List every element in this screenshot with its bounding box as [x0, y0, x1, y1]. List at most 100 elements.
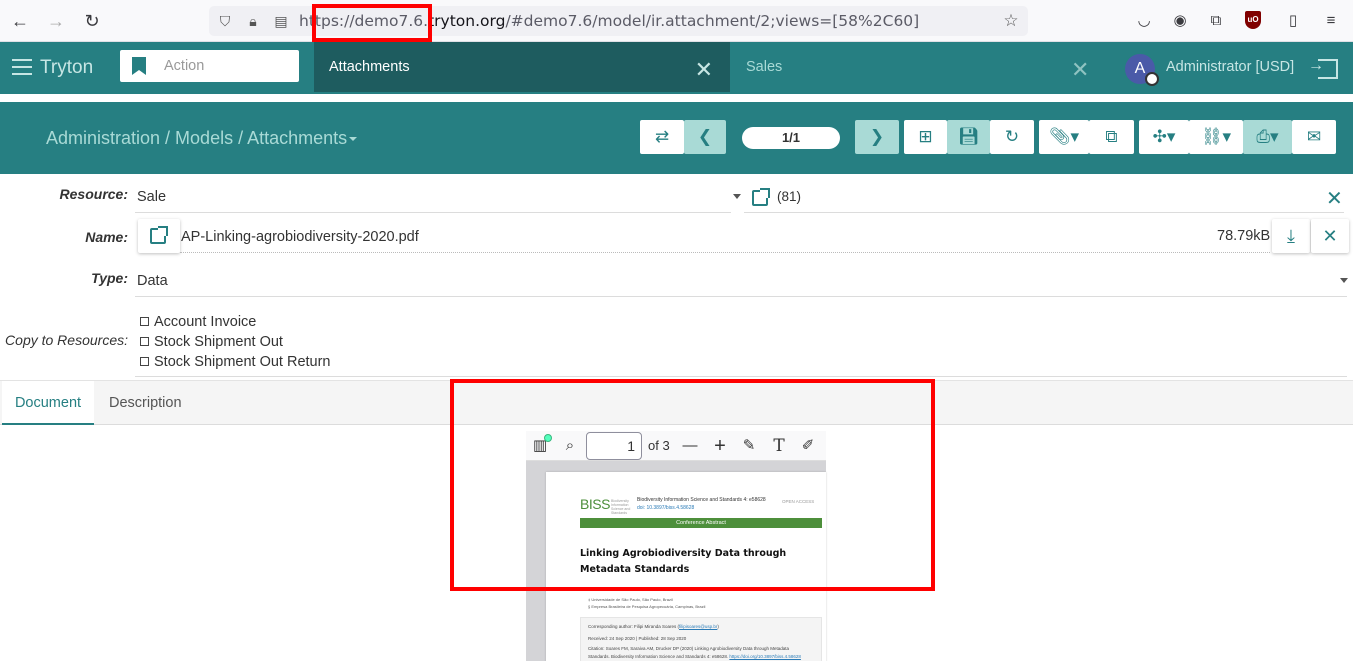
bookmark-icon[interactable]	[132, 57, 146, 75]
open-file-icon	[150, 226, 168, 244]
resource-underline	[135, 212, 731, 213]
clear-file-button[interactable]: ✕	[1311, 219, 1349, 253]
tab-sales[interactable]: Sales	[746, 59, 782, 75]
reload-icon[interactable]: ↻	[80, 9, 104, 33]
back-icon[interactable]: ←	[8, 9, 32, 33]
resource-ref-underline	[744, 212, 1344, 213]
form-toolbar: Administration / Models / Attachments ⇄ …	[0, 102, 1353, 174]
next-button[interactable]: ❯	[855, 120, 899, 154]
clear-resource-icon[interactable]: ✕	[1326, 186, 1343, 211]
type-select[interactable]: Data	[137, 273, 168, 289]
draw-icon[interactable]: ✐	[798, 436, 818, 456]
open-access-logo: OPEN ACCESS	[782, 499, 815, 504]
type-caret-icon[interactable]	[1340, 278, 1348, 283]
previous-button[interactable]: ❮	[684, 120, 726, 154]
app-header: Tryton Action Attachments ✕ Sales ✕ A Ad…	[0, 42, 1353, 94]
action-placeholder: Action	[164, 58, 205, 74]
highlight-icon[interactable]: ✎	[739, 436, 759, 456]
pdf-info-box: Corresponding author: Filipi Miranda Soa…	[580, 617, 822, 661]
checkbox-icon[interactable]	[140, 356, 149, 366]
print-button[interactable]: ⎙▾	[1243, 120, 1292, 154]
tab-document[interactable]: Document	[2, 381, 94, 425]
zoom-in-icon[interactable]: +	[710, 436, 730, 456]
copy-resources-label: Copy to Resources:	[5, 332, 128, 348]
bookmark-star-icon[interactable]: ☆	[1001, 11, 1021, 31]
reload-button[interactable]: ↻	[990, 120, 1034, 154]
tab-description[interactable]: Description	[109, 395, 182, 411]
ublock-icon[interactable]: uO	[1245, 11, 1261, 29]
tab-attachments-label: Attachments	[329, 59, 410, 75]
save-button[interactable]: 💾︎	[947, 120, 990, 154]
email-button[interactable]: ✉	[1292, 120, 1336, 154]
biss-logo-sub: Biodiversity Information Science and Sta…	[611, 499, 631, 515]
pdf-title: Linking Agrobiodiversity Data through Me…	[580, 548, 787, 575]
reader-icon[interactable]: ▤	[271, 11, 291, 31]
extensions-icon[interactable]: ⧉	[1205, 10, 1227, 32]
resource-select[interactable]: Sale	[137, 189, 166, 205]
forward-icon[interactable]: →	[44, 9, 68, 33]
pdf-journal: Biodiversity Information Science and Sta…	[637, 497, 766, 511]
hamburger-menu-icon[interactable]: ≡	[1320, 10, 1342, 32]
pdf-search-icon[interactable]: ⌕	[560, 436, 580, 456]
file-size: 78.79kB	[1217, 228, 1271, 244]
url-text: https://demo7.6.tryton.org/#demo7.6/mode…	[299, 12, 920, 30]
text-tool-icon[interactable]: T	[769, 436, 789, 456]
copy-item-account-invoice[interactable]: Account Invoice	[140, 314, 256, 330]
notebook-tabs: Document Description	[0, 380, 1353, 425]
close-tab-sales-icon[interactable]: ✕	[1071, 57, 1089, 83]
checkbox-icon[interactable]	[140, 316, 149, 326]
download-button[interactable]: ⤓	[1272, 219, 1310, 253]
biss-logo: BISS	[580, 496, 610, 512]
record-pager: 1/1	[742, 127, 840, 149]
pdf-page-count: of 3	[648, 438, 670, 453]
lock-icon[interactable]: 🔒︎	[243, 11, 263, 31]
copy-item-stock-shipment-out[interactable]: Stock Shipment Out	[140, 334, 283, 350]
breadcrumb-caret-icon	[349, 137, 358, 142]
pocket-icon[interactable]: ◡	[1133, 10, 1155, 32]
action-search[interactable]: Action	[120, 50, 299, 82]
pdf-citation: Citation: Soares FM, Saraiva AM, Drucker…	[588, 646, 790, 651]
name-label: Name:	[85, 229, 128, 245]
breadcrumb[interactable]: Administration / Models / Attachments	[46, 128, 358, 149]
pdf-corresponding: Corresponding author: Filipi Miranda Soa…	[588, 624, 719, 629]
copy-underline	[135, 376, 1347, 377]
pdf-received: Received: 24 Sep 2020 | Published: 28 Se…	[588, 636, 687, 641]
close-tab-attachments-icon[interactable]: ✕	[695, 57, 713, 83]
name-underline	[180, 252, 1270, 253]
action-button[interactable]: ✣▾	[1139, 120, 1189, 154]
type-underline	[135, 296, 1347, 297]
open-resource-icon[interactable]	[752, 188, 770, 206]
resource-caret-icon[interactable]	[733, 194, 741, 199]
type-label: Type:	[91, 270, 128, 286]
pdf-affiliations: ‡ Universidade de São Paulo, São Paulo, …	[588, 597, 706, 609]
notification-dot-icon	[544, 434, 552, 442]
file-name[interactable]: AP-Linking-agrobiodiversity-2020.pdf	[181, 229, 419, 245]
brand-title[interactable]: Tryton	[40, 57, 93, 79]
zoom-out-icon[interactable]: —	[680, 436, 700, 456]
tab-attachments[interactable]: Attachments ✕	[314, 42, 730, 92]
pdf-toolbar: ▥ ⌕ 1 of 3 — + ✎ T ✐	[526, 431, 826, 461]
open-file-button[interactable]	[138, 219, 180, 253]
shield-icon[interactable]: ⛉	[215, 11, 235, 31]
resource-label: Resource:	[59, 186, 128, 202]
copy-item-stock-shipment-out-return[interactable]: Stock Shipment Out Return	[140, 354, 331, 370]
switch-view-button[interactable]: ⇄	[640, 120, 684, 154]
menu-icon[interactable]	[12, 59, 32, 75]
browser-toolbar: ← → ↻ ⛉ 🔒︎ ▤ https://demo7.6.tryton.org/…	[0, 0, 1353, 42]
account-icon[interactable]: ◉	[1169, 10, 1191, 32]
logout-icon[interactable]	[1308, 57, 1338, 79]
page-icon[interactable]: ▯	[1282, 10, 1304, 32]
pdf-page-input[interactable]: 1	[586, 432, 642, 460]
new-record-button[interactable]: ⊞	[904, 120, 947, 154]
attachment-button[interactable]: 📎︎▾	[1039, 120, 1089, 154]
address-bar[interactable]: ⛉ 🔒︎ ▤ https://demo7.6.tryton.org/#demo7…	[209, 6, 1028, 36]
copy-button[interactable]: ⧉	[1089, 120, 1134, 154]
pdf-citation-2: Standards. Biodiversity Information Scie…	[588, 654, 801, 659]
checkbox-icon[interactable]	[140, 336, 149, 346]
resource-ref[interactable]: (81)	[777, 189, 801, 204]
avatar-badge-icon	[1145, 72, 1159, 86]
section-bar: Conference Abstract	[580, 518, 822, 528]
user-name[interactable]: Administrator [USD]	[1166, 59, 1294, 75]
relate-button[interactable]: ⛓︎▾	[1189, 120, 1243, 154]
pdf-page: BISS Biodiversity Information Science an…	[546, 472, 826, 661]
